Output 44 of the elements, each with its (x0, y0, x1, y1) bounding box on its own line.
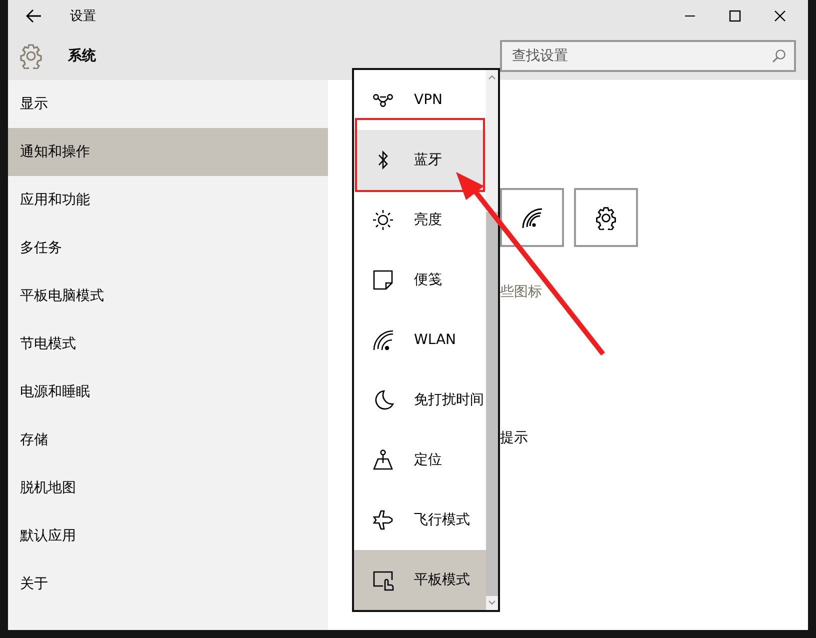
sidebar-item[interactable]: 脱机地图 (8, 464, 328, 512)
moon-icon (372, 389, 394, 411)
quick-action-item[interactable]: 定位 (354, 430, 486, 490)
wifi-icon (520, 206, 544, 230)
scroll-up-icon[interactable] (488, 74, 496, 80)
description-text: 提示 (500, 429, 528, 447)
note-icon (372, 269, 394, 291)
close-icon[interactable] (774, 10, 786, 22)
back-icon[interactable] (26, 9, 42, 23)
page-title: 系统 (68, 47, 96, 65)
description-text: 些图标 (500, 283, 542, 301)
quick-action-item[interactable]: 亮度 (354, 190, 486, 250)
sidebar-item[interactable]: 多任务 (8, 224, 328, 272)
window-title: 设置 (70, 8, 96, 25)
sidebar-item[interactable]: 显示 (8, 80, 328, 128)
sidebar-item[interactable]: 通知和操作 (8, 128, 328, 176)
tablet-icon (372, 569, 394, 591)
sidebar-item[interactable]: 节电模式 (8, 320, 328, 368)
sidebar-item[interactable]: 存储 (8, 416, 328, 464)
airplane-icon (372, 509, 394, 531)
sidebar-item[interactable]: 电源和睡眠 (8, 368, 328, 416)
search-field[interactable]: 查找设置 (500, 40, 796, 72)
quick-action-item[interactable]: WLAN (354, 310, 486, 370)
search-icon[interactable] (772, 49, 786, 63)
quick-action-item[interactable]: VPN (354, 70, 486, 130)
location-icon (372, 449, 394, 471)
quick-action-item[interactable]: 蓝牙 (354, 130, 486, 190)
sidebar-item[interactable]: 关于 (8, 560, 328, 608)
maximize-icon[interactable] (729, 10, 741, 22)
quick-action-item[interactable]: 平板模式 (354, 550, 486, 610)
wifi-tile[interactable] (500, 188, 564, 247)
gear-icon (18, 43, 44, 69)
sidebar-item[interactable]: 应用和功能 (8, 176, 328, 224)
quick-action-item[interactable]: 免打扰时间 (354, 370, 486, 430)
quick-action-item[interactable]: 便笺 (354, 250, 486, 310)
quick-action-item[interactable]: 飞行模式 (354, 490, 486, 550)
gear-icon (594, 206, 618, 230)
sidebar-item[interactable]: 默认应用 (8, 512, 328, 560)
scrollbar[interactable] (486, 70, 498, 610)
settings-tile[interactable] (574, 188, 638, 247)
sidebar-item[interactable]: 平板电脑模式 (8, 272, 328, 320)
brightness-icon (372, 209, 394, 231)
scroll-down-icon[interactable] (488, 600, 496, 606)
wifi-icon (372, 329, 394, 351)
